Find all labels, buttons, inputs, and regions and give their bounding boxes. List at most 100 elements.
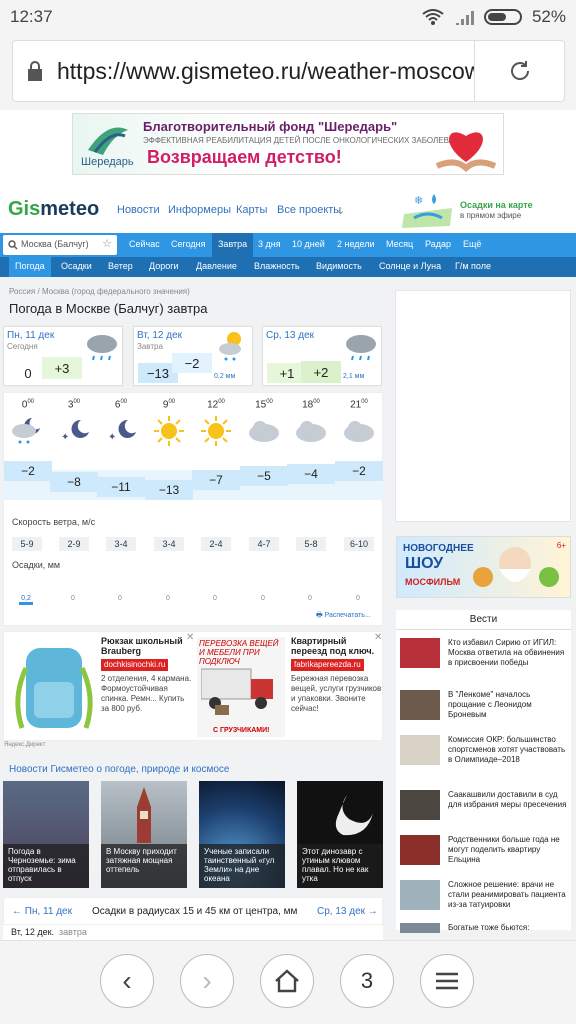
battery-icon	[483, 9, 522, 25]
tab-geomagnetic[interactable]: Г/м поле	[455, 261, 491, 271]
battery-percent: 52%	[531, 7, 566, 26]
tab-precip[interactable]: Осадки	[61, 261, 92, 271]
tab-radar[interactable]: Радар	[425, 239, 451, 249]
vesti-item[interactable]: Саакашвили доставили в суд для избрания …	[400, 790, 570, 830]
breadcrumb-russia[interactable]: Россия	[9, 287, 35, 296]
chevron-left-icon: ‹	[122, 965, 132, 996]
tab-10-days[interactable]: 10 дней	[292, 239, 325, 249]
svg-text:✦: ✦	[61, 432, 69, 443]
moon-stars-icon: ✦	[61, 419, 89, 443]
back-button[interactable]: ‹	[100, 954, 154, 1008]
tab-pressure[interactable]: Давление	[196, 261, 237, 271]
search-icon	[8, 240, 18, 250]
precip-value: 0	[166, 595, 170, 602]
chevron-down-icon[interactable]: ⌄	[336, 204, 345, 217]
right-ad-placeholder	[395, 290, 571, 522]
favorite-star-icon[interactable]: ☆	[102, 237, 112, 250]
gismeteo-logo[interactable]: Gismeteo	[8, 198, 99, 221]
ad-title: Благотворительный фонд "Шередарь"	[143, 119, 398, 134]
tab-visibility[interactable]: Видимость	[316, 261, 362, 271]
tab-today[interactable]: Сегодня	[171, 239, 206, 249]
vesti-item[interactable]: Родственники больше года не могут подели…	[400, 835, 570, 875]
tab-3-days[interactable]: 3 дня	[258, 239, 281, 249]
news-tile[interactable]: Этот динозавр с утиным клювом плавал. Но…	[297, 781, 383, 888]
moving-truck-icon	[201, 668, 273, 715]
day-card-tomorrow[interactable]: Вт, 12 дек Завтра −13 −2 0,2 мм	[133, 326, 253, 386]
news-heading[interactable]: Новости Гисметео о погоде, природе и кос…	[9, 764, 230, 775]
sun-cloud-snow-icon	[219, 332, 241, 361]
vesti-item[interactable]: Кто избавил Сирию от ИГИЛ: Москва ответи…	[400, 638, 570, 678]
home-button[interactable]	[260, 954, 314, 1008]
breadcrumb-moscow[interactable]: Москва (город федерального значения)	[42, 287, 190, 296]
prev-day-link[interactable]: ← Пн, 11 дек	[12, 906, 72, 917]
next-day-link[interactable]: Ср, 13 дек →	[317, 906, 378, 917]
ad-moving-service[interactable]: Квартирный переезд под ключ. fabrikapere…	[291, 636, 383, 714]
svg-text:✦: ✦	[108, 432, 116, 443]
cloud-rain-icon	[87, 335, 117, 361]
cloud-icon	[296, 421, 326, 442]
map-promo-title[interactable]: Осадки на карте	[460, 200, 533, 210]
page-title: Погода в Москве (Балчуг) завтра	[9, 301, 208, 316]
mosfilm-show-banner[interactable]: НОВОГОДНЕЕ ШОУ МОСФИЛЬМ 6+	[396, 536, 571, 598]
tab-more[interactable]: Ещё	[463, 239, 481, 249]
wind-value: 4-7	[249, 537, 279, 551]
print-link[interactable]: 🖶 Распечатать...	[316, 611, 371, 622]
day-card-wednesday[interactable]: Ср, 13 дек +1 +2 2,1 мм	[262, 326, 382, 386]
wind-value: 3-4	[106, 537, 136, 551]
forward-button[interactable]: ›	[180, 954, 234, 1008]
wind-value: 5-8	[296, 537, 326, 551]
tab-wind[interactable]: Ветер	[108, 261, 133, 271]
wind-value: 6-10	[344, 537, 374, 551]
precip-value: 0,2	[21, 595, 31, 602]
news-tile[interactable]: Ученые записали таинственный «гул Земли»…	[199, 781, 285, 888]
site-header: Gismeteo Новости Информеры Карты Все про…	[0, 190, 576, 234]
browser-toolbar: https://www.gismeteo.ru/weather-moscow	[0, 32, 576, 110]
ad-moving-image[interactable]: ПЕРЕВОЗКА ВЕЩЕЙ И МЕБЕЛИ ПРИ ПОДКЛЮЧ С Г…	[197, 637, 285, 737]
tab-2-weeks[interactable]: 2 недели	[337, 239, 375, 249]
backpack-image[interactable]	[12, 638, 96, 733]
news-tile[interactable]: Погода в Черноземье: зима отправилась в …	[3, 781, 89, 888]
tabs-button[interactable]: 3	[340, 954, 394, 1008]
nav-maps[interactable]: Карты	[236, 204, 267, 216]
characters-image	[473, 547, 559, 587]
charity-ad-banner[interactable]: Благотворительный фонд "Шередарь" ЭФФЕКТ…	[72, 113, 504, 175]
news-tile[interactable]: В Москву приходит затяжная мощная оттепе…	[101, 781, 187, 888]
day-card-today[interactable]: Пн, 11 дек Сегодня 0 +3	[3, 326, 123, 386]
close-icon[interactable]: ✕	[186, 632, 194, 643]
tab-weather[interactable]: Погода	[9, 257, 51, 277]
nav-informers[interactable]: Информеры	[168, 204, 231, 216]
vesti-item[interactable]: Богатые тоже бьются:	[400, 923, 570, 933]
precip-map-icon[interactable]: ❄	[398, 192, 458, 230]
close-icon[interactable]: ✕	[374, 632, 382, 643]
menu-button[interactable]	[420, 954, 474, 1008]
hour-label: 1800	[302, 399, 320, 411]
city-search-input[interactable]: Москва (Балчуг) ☆	[3, 235, 117, 255]
status-bar: 12:37 52%	[0, 0, 576, 32]
yandex-direct-label[interactable]: Яндекс.Директ	[4, 742, 45, 748]
tab-tomorrow[interactable]: Завтра	[212, 233, 254, 257]
vesti-item[interactable]: В "Ленкоме" началось прощание с Леонидом…	[400, 690, 570, 730]
address-bar[interactable]: https://www.gismeteo.ru/weather-moscow	[12, 40, 565, 102]
tab-month[interactable]: Месяц	[386, 239, 413, 249]
reload-icon[interactable]	[474, 41, 564, 101]
nav-news[interactable]: Новости	[117, 204, 160, 216]
tab-now[interactable]: Сейчас	[129, 239, 160, 249]
cloud-icon	[344, 421, 374, 442]
hour-temp: −7	[192, 470, 240, 490]
wind-value: 3-4	[154, 537, 184, 551]
url-text[interactable]: https://www.gismeteo.ru/weather-moscow	[57, 58, 474, 85]
tab-roads[interactable]: Дороги	[149, 261, 179, 271]
wind-value: 2-4	[201, 537, 231, 551]
ad-brand: Шередарь	[81, 156, 134, 168]
vesti-item[interactable]: Комиссия ОКР: большинство спортсменов хо…	[400, 735, 570, 775]
wind-value: 2-9	[59, 537, 89, 551]
vesti-item[interactable]: Сложное решение: врачи не стали реанимир…	[400, 880, 570, 920]
tab-sun-moon[interactable]: Солнце и Луна	[379, 261, 441, 271]
nav-all-projects[interactable]: Все проекты	[277, 204, 341, 216]
vesti-title: Вести	[396, 610, 571, 630]
hour-temp: −11	[97, 477, 145, 497]
precip-value: 0	[261, 595, 265, 602]
ad-backpack[interactable]: Рюкзак школьный Brauberg dochkisinochki.…	[101, 636, 193, 714]
hour-temp: −2	[335, 461, 383, 481]
tab-humidity[interactable]: Влажность	[254, 261, 300, 271]
